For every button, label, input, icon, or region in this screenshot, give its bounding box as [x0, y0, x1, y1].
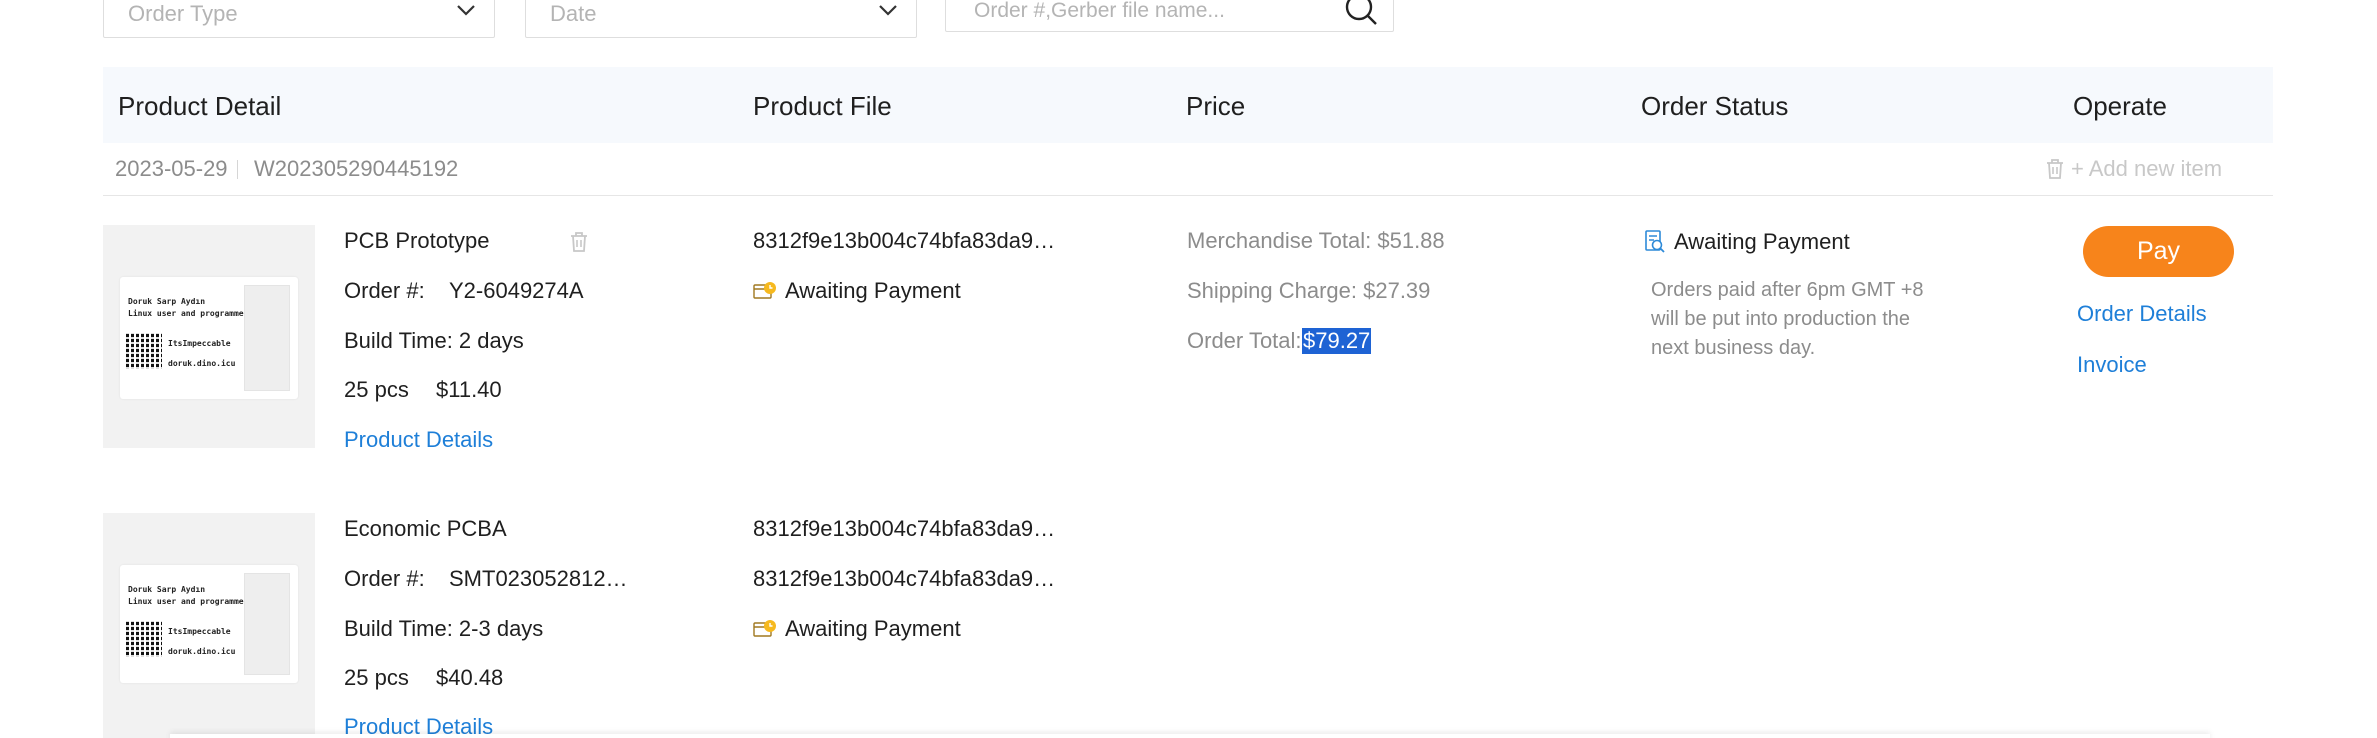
- order-status-icon: [1645, 230, 1665, 253]
- order-details-link[interactable]: Order Details: [2077, 301, 2207, 327]
- order-number: Y2-6049274A: [449, 278, 584, 303]
- order-number: SMT023052812…: [449, 566, 628, 591]
- date-select[interactable]: Date: [525, 0, 917, 38]
- product-file-name[interactable]: 8312f9e13b004c74bfa83da9…: [753, 516, 1055, 542]
- table-header: Product Detail Product File Price Order …: [103, 67, 2273, 143]
- merchandise-total: Merchandise Total: $51.88: [1187, 228, 1445, 253]
- add-new-item-label[interactable]: + Add new item: [2071, 156, 2222, 182]
- order-number-label: Order #:: [344, 566, 425, 591]
- payment-pending-icon: [753, 282, 776, 299]
- header-order-status: Order Status: [1641, 91, 1789, 121]
- chevron-down-icon: [457, 5, 475, 16]
- quantity: 25 pcs: [344, 377, 409, 402]
- order-date: 2023-05-29: [115, 156, 228, 181]
- shipping-charge: Shipping Charge: $27.39: [1187, 278, 1431, 303]
- payment-pending-icon: [753, 620, 776, 637]
- product-details-link[interactable]: Product Details: [344, 427, 493, 453]
- invoice-link[interactable]: Invoice: [2077, 352, 2147, 378]
- divider: [237, 160, 238, 179]
- pay-button[interactable]: Pay: [2083, 226, 2234, 277]
- order-number-label: Order #:: [344, 278, 425, 303]
- file-status: Awaiting Payment: [753, 616, 961, 642]
- pcb-preview-image: Doruk Sarp Aydın Linux user and programm…: [120, 277, 298, 399]
- search-input[interactable]: Order #,Gerber file name...: [974, 0, 1225, 23]
- order-type-placeholder: Order Type: [128, 1, 238, 26]
- pcb-preview-image: Doruk Sarp Aydın Linux user and programm…: [120, 565, 298, 683]
- build-time: Build Time: 2-3 days: [344, 616, 544, 641]
- product-name: Economic PCBA: [344, 516, 507, 541]
- file-status: Awaiting Payment: [753, 278, 961, 304]
- date-placeholder: Date: [550, 1, 597, 26]
- header-operate: Operate: [2073, 91, 2167, 121]
- add-new-item-button[interactable]: + Add new item: [2045, 154, 2222, 184]
- order-status: Awaiting Payment: [1644, 229, 1850, 255]
- order-group-row: 2023-05-29 W202305290445192 + Add new it…: [103, 143, 2273, 196]
- header-price: Price: [1186, 91, 1246, 121]
- build-time: Build Time: 2 days: [344, 328, 524, 353]
- trash-icon[interactable]: [2045, 158, 2065, 180]
- status-note: Orders paid after 6pm GMT +8 will be put…: [1651, 279, 1924, 359]
- trash-icon[interactable]: [569, 231, 589, 253]
- product-thumbnail[interactable]: Doruk Sarp Aydın Linux user and programm…: [103, 225, 315, 448]
- search-field[interactable]: Order #,Gerber file name...: [945, 0, 1394, 32]
- product-name: PCB Prototype: [344, 228, 490, 253]
- qr-code: [126, 333, 162, 369]
- unit-price: $11.40: [436, 377, 502, 402]
- qr-code: [126, 621, 162, 657]
- bottom-bar-edge: [170, 734, 2210, 738]
- search-icon[interactable]: [1343, 0, 1379, 29]
- chevron-down-icon: [879, 5, 897, 16]
- product-thumbnail[interactable]: Doruk Sarp Aydın Linux user and programm…: [103, 513, 315, 738]
- order-type-select[interactable]: Order Type: [103, 0, 495, 38]
- order-total-value: $79.27: [1302, 328, 1372, 354]
- header-product-file: Product File: [753, 91, 892, 121]
- header-product-detail: Product Detail: [118, 91, 282, 121]
- order-group-number: W202305290445192: [254, 156, 459, 181]
- order-total-label: Order Total:: [1187, 328, 1302, 353]
- product-file-name[interactable]: 8312f9e13b004c74bfa83da9…: [753, 566, 1055, 592]
- product-file-name[interactable]: 8312f9e13b004c74bfa83da9…: [753, 228, 1055, 254]
- unit-price: $40.48: [436, 665, 504, 690]
- quantity: 25 pcs: [344, 665, 409, 690]
